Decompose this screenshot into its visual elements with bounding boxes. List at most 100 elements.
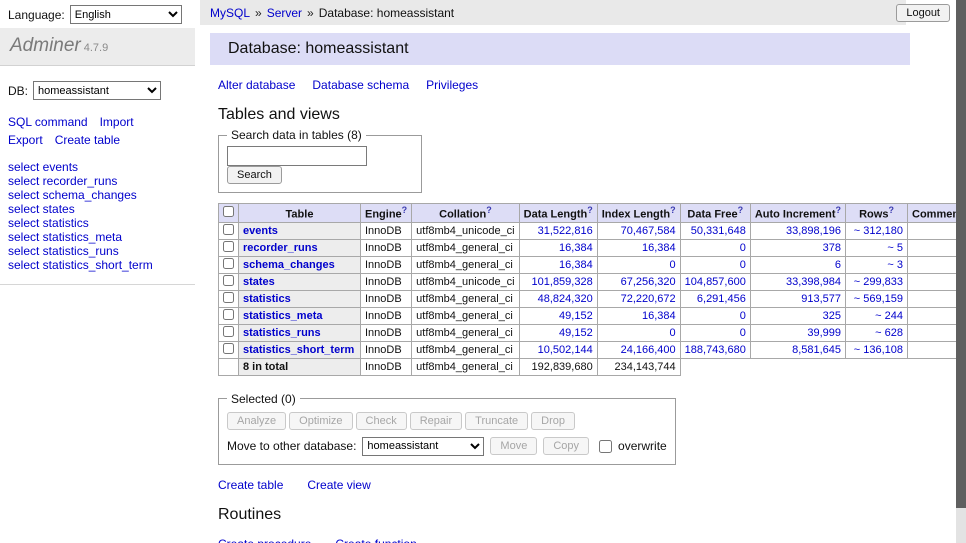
rows-link[interactable]: ~ 628 xyxy=(875,327,903,339)
data-length-link[interactable]: 16,384 xyxy=(559,242,593,254)
row-checkbox[interactable] xyxy=(223,224,234,235)
data-free-link[interactable]: 0 xyxy=(740,327,746,339)
column-help-link[interactable]: ? xyxy=(888,205,894,215)
database-nav-link[interactable]: Database schema xyxy=(312,78,409,92)
index-length-link[interactable]: 67,256,320 xyxy=(621,276,676,288)
table-name-link[interactable]: recorder_runs xyxy=(243,242,318,254)
sidebar-table-link[interactable]: select schema_changes xyxy=(8,188,195,202)
scrollbar-thumb[interactable] xyxy=(956,0,966,508)
bulk-action-button[interactable]: Check xyxy=(356,412,407,430)
rows-link[interactable]: ~ 569,159 xyxy=(854,293,903,305)
db-select[interactable]: homeassistant xyxy=(33,81,161,100)
table-name-link[interactable]: states xyxy=(243,276,275,288)
create-link[interactable]: Create table xyxy=(218,478,283,492)
bulk-action-button[interactable]: Drop xyxy=(531,412,575,430)
bulk-action-button[interactable]: Optimize xyxy=(289,412,352,430)
data-length-link[interactable]: 49,152 xyxy=(559,310,593,322)
index-length-link[interactable]: 70,467,584 xyxy=(621,225,676,237)
row-checkbox[interactable] xyxy=(223,326,234,337)
auto-increment-link[interactable]: 39,999 xyxy=(807,327,841,339)
rows-link[interactable]: ~ 299,833 xyxy=(854,276,903,288)
auto-increment-link[interactable]: 325 xyxy=(823,310,841,322)
table-name-link[interactable]: schema_changes xyxy=(243,259,335,271)
rows-link[interactable]: ~ 244 xyxy=(875,310,903,322)
table-name-link[interactable]: statistics xyxy=(243,293,291,305)
data-free-link[interactable]: 188,743,680 xyxy=(685,344,746,356)
data-length-link[interactable]: 49,152 xyxy=(559,327,593,339)
rows-link[interactable]: ~ 312,180 xyxy=(854,225,903,237)
table-name-link[interactable]: statistics_meta xyxy=(243,310,323,322)
column-help-link[interactable]: ? xyxy=(587,205,593,215)
rows-link[interactable]: ~ 136,108 xyxy=(854,344,903,356)
data-length-link[interactable]: 31,522,816 xyxy=(538,225,593,237)
auto-increment-link[interactable]: 378 xyxy=(823,242,841,254)
auto-increment-link[interactable]: 6 xyxy=(835,259,841,271)
sidebar-action-link[interactable]: Export xyxy=(8,133,43,147)
index-length-link[interactable]: 0 xyxy=(670,259,676,271)
data-free-link[interactable]: 6,291,456 xyxy=(697,293,746,305)
auto-increment-link[interactable]: 913,577 xyxy=(801,293,841,305)
sidebar-table-link[interactable]: select statistics_runs xyxy=(8,244,195,258)
index-length-link[interactable]: 24,166,400 xyxy=(621,344,676,356)
row-checkbox[interactable] xyxy=(223,241,234,252)
index-length-link[interactable]: 16,384 xyxy=(642,242,676,254)
sidebar-action-link[interactable]: Import xyxy=(100,115,134,129)
data-length-link[interactable]: 10,502,144 xyxy=(538,344,593,356)
breadcrumb-server-link[interactable]: Server xyxy=(267,6,302,20)
routine-create-link[interactable]: Create procedure xyxy=(218,537,311,543)
index-length-link[interactable]: 16,384 xyxy=(642,310,676,322)
data-length-link[interactable]: 48,824,320 xyxy=(538,293,593,305)
rows-link[interactable]: ~ 3 xyxy=(887,259,903,271)
auto-increment-link[interactable]: 33,898,196 xyxy=(786,225,841,237)
copy-button[interactable]: Copy xyxy=(543,437,589,455)
column-help-link[interactable]: ? xyxy=(670,205,676,215)
row-checkbox[interactable] xyxy=(223,309,234,320)
data-free-link[interactable]: 0 xyxy=(740,310,746,322)
bulk-action-button[interactable]: Truncate xyxy=(465,412,528,430)
row-checkbox[interactable] xyxy=(223,343,234,354)
sidebar-table-link[interactable]: select statistics_short_term xyxy=(8,258,195,272)
auto-increment-link[interactable]: 33,398,984 xyxy=(786,276,841,288)
breadcrumb-mysql-link[interactable]: MySQL xyxy=(210,6,250,20)
index-length-link[interactable]: 0 xyxy=(670,327,676,339)
column-help-link[interactable]: ? xyxy=(402,205,408,215)
row-checkbox[interactable] xyxy=(223,292,234,303)
sidebar-table-link[interactable]: select events xyxy=(8,160,195,174)
move-db-select[interactable]: homeassistant xyxy=(362,437,484,456)
column-help-link[interactable]: ? xyxy=(486,205,492,215)
data-free-link[interactable]: 0 xyxy=(740,259,746,271)
search-input[interactable] xyxy=(227,146,367,166)
rows-link[interactable]: ~ 5 xyxy=(887,242,903,254)
data-free-link[interactable]: 50,331,648 xyxy=(691,225,746,237)
data-length-link[interactable]: 101,859,328 xyxy=(532,276,593,288)
routine-create-link[interactable]: Create function xyxy=(335,537,416,543)
bulk-action-button[interactable]: Repair xyxy=(410,412,462,430)
data-length-link[interactable]: 16,384 xyxy=(559,259,593,271)
data-free-link[interactable]: 0 xyxy=(740,242,746,254)
move-button[interactable]: Move xyxy=(490,437,537,455)
row-checkbox[interactable] xyxy=(223,275,234,286)
select-all-checkbox[interactable] xyxy=(223,206,234,217)
logout-button[interactable]: Logout xyxy=(896,4,950,22)
row-checkbox[interactable] xyxy=(223,258,234,269)
sidebar-action-link[interactable]: SQL command xyxy=(8,115,88,129)
data-free-link[interactable]: 104,857,600 xyxy=(685,276,746,288)
database-nav-link[interactable]: Alter database xyxy=(218,78,295,92)
language-select[interactable]: English xyxy=(70,5,182,24)
database-nav-link[interactable]: Privileges xyxy=(426,78,478,92)
sidebar-table-link[interactable]: select recorder_runs xyxy=(8,174,195,188)
table-name-link[interactable]: statistics_runs xyxy=(243,327,321,339)
column-help-link[interactable]: ? xyxy=(738,205,744,215)
table-name-link[interactable]: statistics_short_term xyxy=(243,344,354,356)
vertical-scrollbar[interactable] xyxy=(956,0,966,543)
overwrite-checkbox[interactable] xyxy=(599,440,612,453)
search-button[interactable]: Search xyxy=(227,166,282,184)
sidebar-table-link[interactable]: select statistics xyxy=(8,216,195,230)
sidebar-table-link[interactable]: select states xyxy=(8,202,195,216)
sidebar-table-link[interactable]: select statistics_meta xyxy=(8,230,195,244)
column-help-link[interactable]: ? xyxy=(836,205,842,215)
index-length-link[interactable]: 72,220,672 xyxy=(621,293,676,305)
table-name-link[interactable]: events xyxy=(243,225,278,237)
create-link[interactable]: Create view xyxy=(307,478,370,492)
overwrite-option[interactable]: overwrite xyxy=(595,437,667,456)
